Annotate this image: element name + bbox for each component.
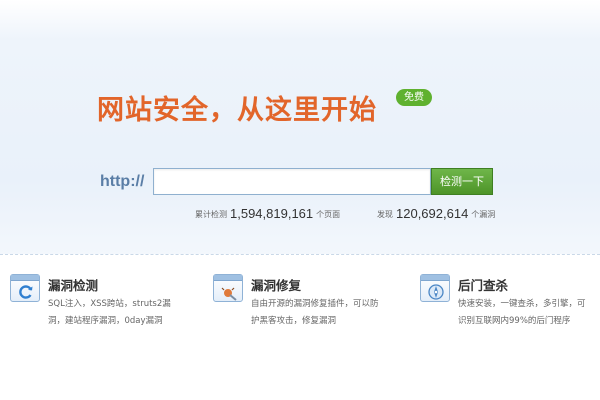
feature-vuln-scan[interactable]: 漏洞检测 SQL注入，XSS跨站，struts2漏洞，建站程序漏洞，0day漏洞 (10, 272, 180, 342)
scan-button[interactable]: 检测一下 (431, 168, 493, 195)
feature-desc: 自由开源的漏洞修复插件，可以防护黑客攻击，修复漏洞 (251, 299, 379, 326)
feature-backdoor-kill[interactable]: 后门查杀 快速安装，一键查杀，多引擎，可识别互联网内99%的后门程序 (420, 272, 590, 342)
found-count: 120,692,614 (396, 206, 469, 221)
bug-wrench-icon (213, 274, 243, 302)
page-title: 网站安全，从这里开始 (97, 95, 377, 126)
hero-banner: 网站安全，从这里开始 免费 http:// 检测一下 累计检测 1,594,819… (0, 0, 600, 255)
found-vulns-stat: 发现 120,692,614 个漏洞 (377, 205, 496, 221)
url-input[interactable] (153, 168, 431, 195)
feature-desc: 快速安装，一键查杀，多引擎，可识别互联网内99%的后门程序 (458, 299, 586, 326)
feature-vuln-fix[interactable]: 漏洞修复 自由开源的漏洞修复插件，可以防护黑客攻击，修复漏洞 (213, 272, 383, 342)
found-suffix: 个漏洞 (471, 210, 496, 219)
refresh-icon (10, 274, 40, 302)
protocol-label: http:// (100, 173, 145, 190)
feature-title: 漏洞检测 (48, 278, 99, 293)
scanned-count: 1,594,819,161 (230, 206, 314, 221)
feature-desc: SQL注入，XSS跨站，struts2漏洞，建站程序漏洞，0day漏洞 (48, 299, 171, 326)
scanned-pages-stat: 累计检测 1,594,819,161 个页面 (195, 205, 341, 221)
compass-icon (420, 274, 450, 302)
feature-title: 漏洞修复 (251, 278, 302, 293)
scanned-prefix: 累计检测 (195, 210, 227, 219)
found-prefix: 发现 (377, 210, 393, 219)
feature-title: 后门查杀 (458, 278, 509, 293)
scanned-suffix: 个页面 (316, 210, 341, 219)
free-badge: 免费 (396, 89, 432, 106)
